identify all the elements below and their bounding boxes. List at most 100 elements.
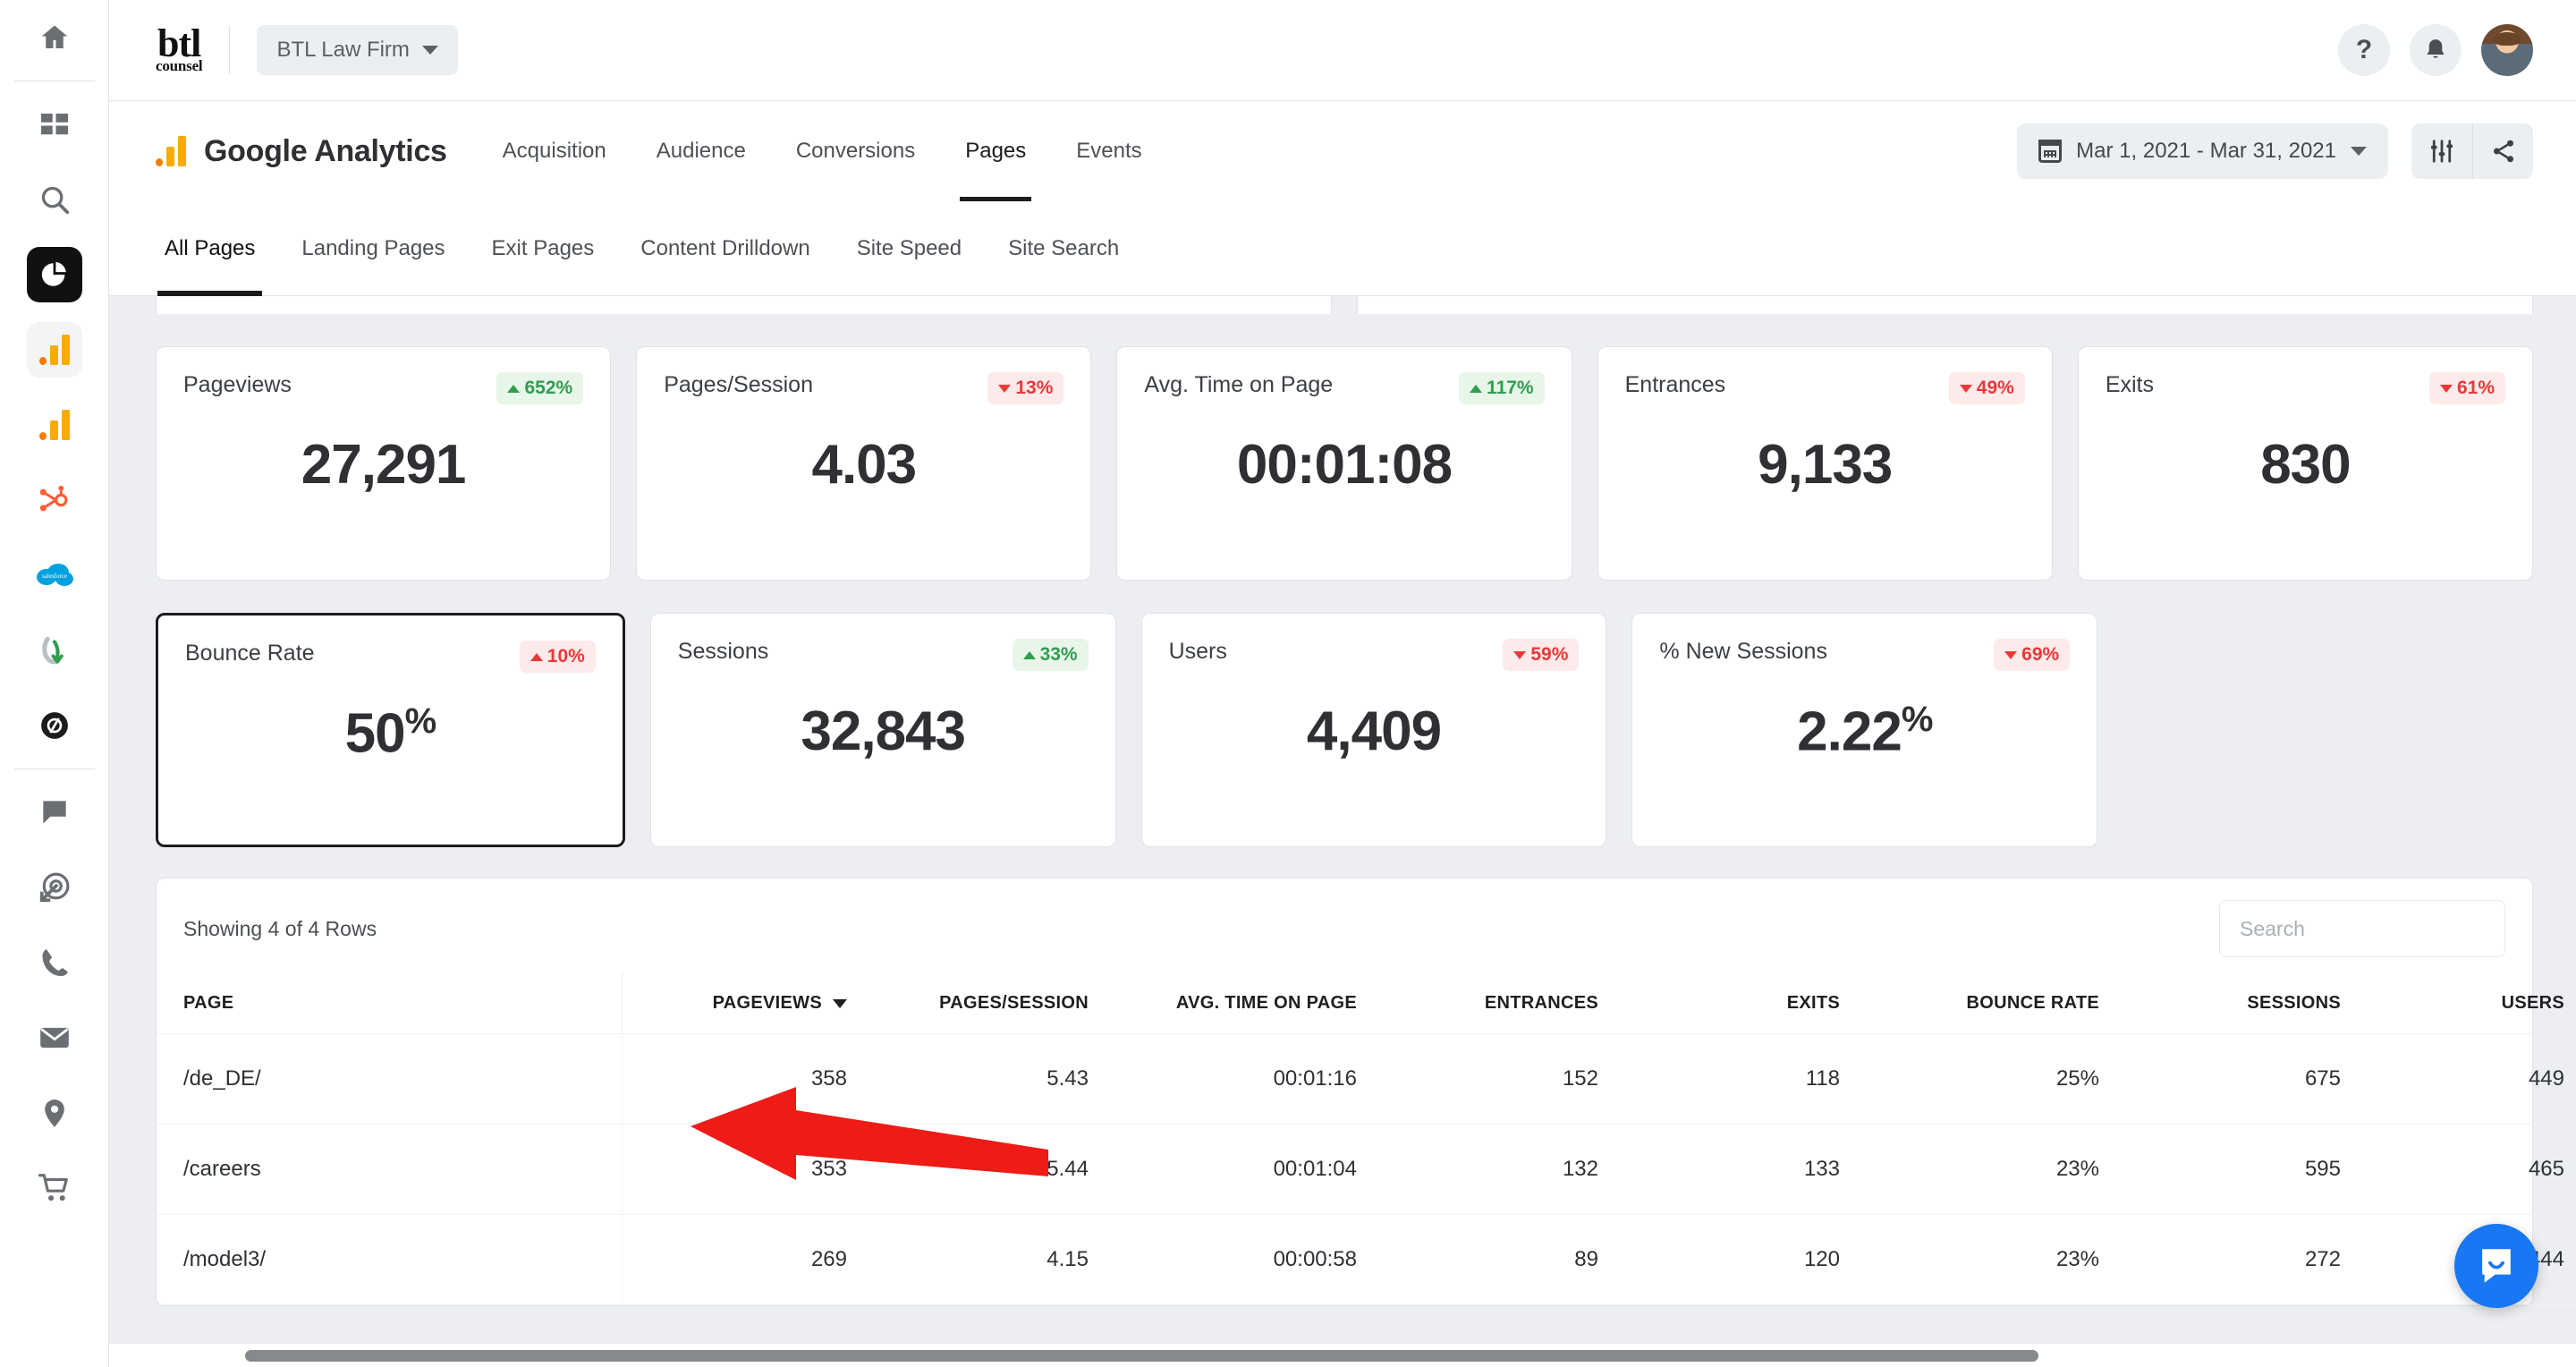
metric-label: Bounce Rate: [185, 641, 315, 666]
notifications-button[interactable]: [2410, 24, 2462, 76]
metric-card-sessions[interactable]: Sessions 33% 32,843: [649, 613, 1116, 847]
sidebar-item-home[interactable]: [0, 0, 109, 75]
sidebar-item-search[interactable]: [0, 162, 109, 237]
sidebar-item-chat[interactable]: [0, 775, 109, 850]
subtab-landing-pages[interactable]: Landing Pages: [278, 201, 468, 296]
cell-avg-time: 00:01:04: [1105, 1124, 1373, 1215]
horizontal-scrollbar-thumb[interactable]: [245, 1350, 2038, 1362]
filter-button[interactable]: [2411, 123, 2472, 179]
metric-card-pageviews[interactable]: Pageviews 652% 27,291: [156, 346, 612, 581]
metric-card-users[interactable]: Users 59% 4,409: [1140, 613, 1607, 847]
content-scroll-area[interactable]: Pageviews 652% 27,291 Pages/Session 13%: [109, 296, 2576, 1367]
cell-avg-time: 00:01:16: [1105, 1033, 1373, 1125]
sidebar-item-dashboard[interactable]: [0, 87, 109, 162]
btl-counsel-logo: btl counsel: [156, 21, 203, 73]
metric-label: Avg. Time on Page: [1144, 372, 1334, 397]
horizontal-scrollbar[interactable]: [109, 1344, 2576, 1367]
target-arrow-icon: [39, 872, 69, 903]
subtab-site-speed[interactable]: Site Speed: [834, 201, 985, 296]
subtab-exit-pages[interactable]: Exit Pages: [469, 201, 618, 296]
metric-value: 4.03: [811, 434, 917, 496]
column-header-page[interactable]: PAGE: [157, 973, 623, 1034]
sidebar-item-google-analytics[interactable]: [0, 312, 109, 387]
subtab-site-search[interactable]: Site Search: [985, 201, 1142, 296]
sidebar-item-reports[interactable]: [0, 237, 109, 312]
table-row[interactable]: /model3/ 269 4.15 00:00:58 89 120 23% 27…: [157, 1214, 2576, 1305]
cell-entrances: 132: [1373, 1124, 1614, 1215]
hubspot-icon: [39, 485, 68, 512]
sidebar-item-hubspot[interactable]: [0, 463, 109, 538]
subtab-content-drilldown[interactable]: Content Drilldown: [617, 201, 833, 296]
delta-value: 13%: [1015, 378, 1054, 398]
avatar[interactable]: [2481, 24, 2533, 76]
google-analytics-icon: [38, 410, 70, 440]
rows-count-label: Showing 4 of 4 Rows: [183, 916, 377, 940]
envelope-icon: [39, 1027, 69, 1049]
messenger-launcher-button[interactable]: [2454, 1224, 2538, 1308]
status-badge: 59%: [1503, 639, 1580, 671]
table-row[interactable]: /de_DE/ 358 5.43 00:01:16 152 118 25% 67…: [157, 1033, 2576, 1125]
metric-card-exits[interactable]: Exits 61% 830: [2077, 346, 2534, 581]
sidebar-item-google-analytics-2[interactable]: [0, 387, 109, 463]
delta-value: 49%: [1976, 378, 2014, 398]
help-button[interactable]: ?: [2338, 24, 2390, 76]
sidebar-item-ecommerce[interactable]: [0, 1150, 109, 1226]
status-badge: 117%: [1459, 372, 1545, 404]
top-bar: btl counsel BTL Law Firm ?: [109, 0, 2576, 101]
sidebar-item-salesforce[interactable]: salesforce: [0, 538, 109, 613]
column-header-users[interactable]: USERS: [2357, 973, 2576, 1034]
arrow-down-icon: [1513, 650, 1527, 659]
table-row[interactable]: /careers 353 5.44 00:01:04 132 133 23% 5…: [157, 1124, 2576, 1215]
metric-card-pages-session[interactable]: Pages/Session 13% 4.03: [636, 346, 1092, 581]
column-header-exits[interactable]: EXITS: [1614, 973, 1856, 1034]
search-icon: [41, 186, 69, 215]
cell-page: /careers: [157, 1124, 623, 1215]
sub-tabs: All Pages Landing Pages Exit Pages Conte…: [109, 201, 2576, 296]
column-header-pages-session[interactable]: PAGES/SESSION: [863, 973, 1105, 1034]
column-header-pageviews[interactable]: PAGEVIEWS: [622, 973, 863, 1034]
metric-card-entrances[interactable]: Entrances 49% 9,133: [1597, 346, 2053, 581]
pie-chart-icon: [41, 261, 66, 286]
tab-conversions[interactable]: Conversions: [771, 101, 940, 201]
subtab-all-pages[interactable]: All Pages: [156, 201, 278, 296]
share-button[interactable]: [2472, 123, 2533, 179]
tab-audience[interactable]: Audience: [631, 101, 771, 201]
search-placeholder: Search: [2240, 916, 2305, 940]
metric-card-new-sessions[interactable]: % New Sessions 69% 2.22%: [1631, 613, 2098, 847]
tab-acquisition[interactable]: Acquisition: [478, 101, 631, 201]
metric-value: 32,843: [801, 700, 966, 762]
cell-exits: 120: [1614, 1214, 1856, 1305]
calendar-icon: [2038, 140, 2063, 163]
logo-line-1: btl: [157, 21, 201, 65]
cell-bounce-rate: 25%: [1856, 1033, 2115, 1125]
column-header-bounce-rate[interactable]: BOUNCE RATE: [1856, 973, 2115, 1034]
delta-value: 652%: [524, 378, 573, 398]
sidebar-item-locations[interactable]: [0, 1075, 109, 1150]
widget-peek-right: [1357, 296, 2533, 314]
metric-card-bounce-rate[interactable]: Bounce Rate 10% 50%: [156, 613, 625, 847]
status-badge: 652%: [496, 372, 584, 404]
column-header-sessions[interactable]: SESSIONS: [2115, 973, 2357, 1034]
cell-users: 449: [2357, 1033, 2576, 1125]
search-input[interactable]: Search: [2219, 900, 2505, 957]
metric-label: Users: [1168, 639, 1227, 664]
delta-value: 33%: [1039, 644, 1078, 665]
sidebar-item-targeting[interactable]: [0, 850, 109, 925]
metric-card-avg-time-on-page[interactable]: Avg. Time on Page 117% 00:01:08: [1116, 346, 1572, 581]
metric-value: 27,291: [301, 434, 467, 496]
tab-events[interactable]: Events: [1051, 101, 1166, 201]
sidebar-item-calls[interactable]: [0, 925, 109, 1000]
delta-value: 59%: [1530, 644, 1569, 665]
sidebar-item-email[interactable]: [0, 1000, 109, 1075]
tab-pages[interactable]: Pages: [940, 101, 1051, 201]
sidebar-item-zendesk[interactable]: [0, 688, 109, 763]
date-range-picker[interactable]: Mar 1, 2021 - Mar 31, 2021: [2017, 123, 2388, 179]
grid-icon: [40, 114, 68, 135]
sidebar-item-mailchimp[interactable]: [0, 613, 109, 688]
zendesk-icon: [40, 712, 68, 739]
account-selector[interactable]: BTL Law Firm: [257, 25, 458, 75]
topbar-divider: [229, 26, 231, 74]
column-header-avg-time[interactable]: AVG. TIME ON PAGE: [1105, 973, 1373, 1034]
column-header-entrances[interactable]: ENTRANCES: [1373, 973, 1614, 1034]
metric-label: % New Sessions: [1659, 639, 1827, 664]
